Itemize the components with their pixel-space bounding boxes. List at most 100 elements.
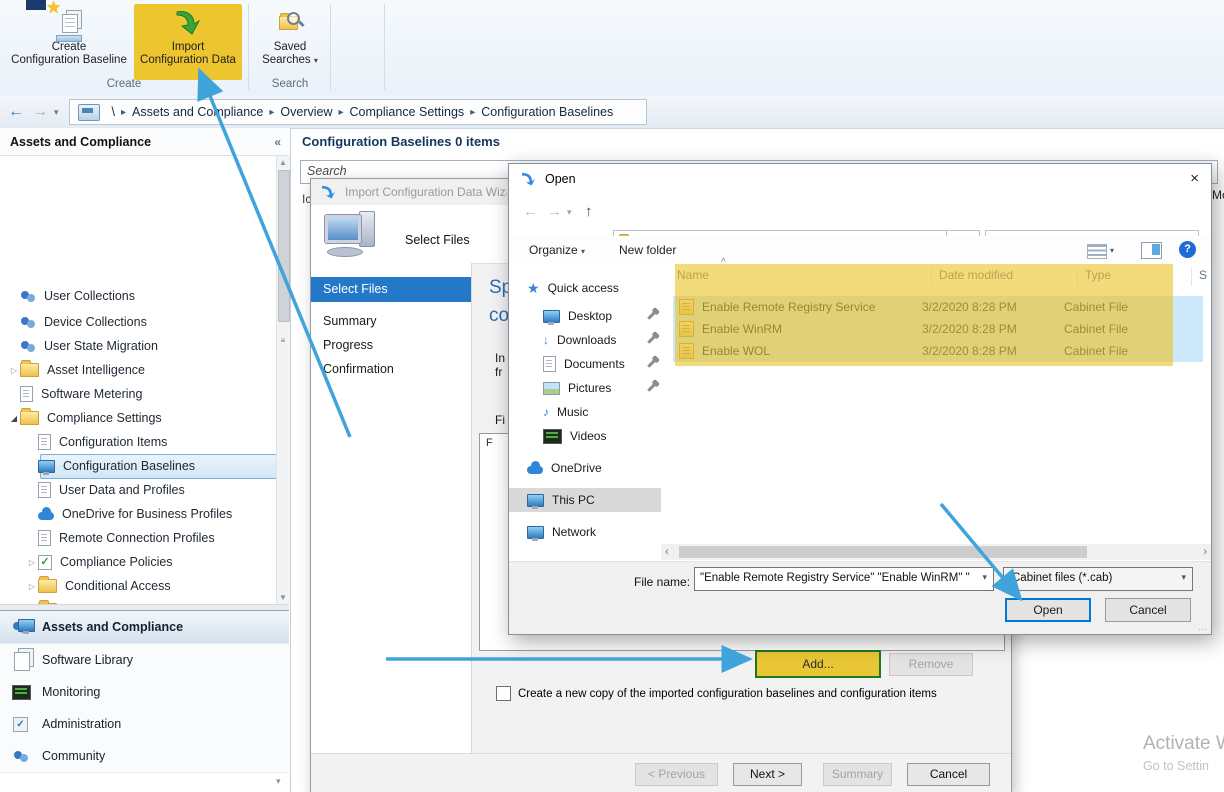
resize-grip[interactable]: ... (1198, 623, 1208, 632)
scroll-left-icon[interactable]: ‹ (665, 546, 669, 558)
downloads-item[interactable]: ↓Downloads (509, 328, 661, 352)
downloads-icon: ↓ (543, 333, 549, 347)
help-icon[interactable]: ? (1179, 241, 1196, 258)
recent-locations-icon[interactable]: ▾ (567, 207, 572, 218)
breadcrumb-item[interactable]: Assets and Compliance (132, 105, 263, 119)
breadcrumb-item[interactable]: Overview (280, 105, 332, 119)
chevron-down-icon[interactable]: ▾ (1181, 572, 1186, 583)
saved-searches-button[interactable]: SavedSearches ▾ (254, 4, 326, 80)
remove-button[interactable]: Remove (889, 653, 973, 676)
forward-icon[interactable]: → (547, 203, 562, 220)
expander-icon[interactable]: ▷ (8, 366, 20, 375)
tree-scrollbar[interactable]: ▲ ≡ ▼ (276, 156, 290, 604)
expander-icon[interactable]: ◢ (8, 414, 20, 423)
summary-button[interactable]: Summary (823, 763, 892, 786)
wizard-cancel-button[interactable]: Cancel (907, 763, 990, 786)
breadcrumb[interactable]: \ ▸ Assets and Compliance ▸ Overview ▸ C… (69, 99, 647, 125)
checkbox[interactable] (496, 686, 511, 701)
create-baseline-icon: ★ (54, 8, 84, 38)
workspace-monitoring[interactable]: Monitoring (0, 676, 289, 709)
expander-icon[interactable]: ▷ (26, 582, 38, 591)
step-confirmation[interactable]: Confirmation (311, 357, 471, 382)
videos-item[interactable]: Videos (509, 424, 661, 448)
view-dropdown-icon[interactable]: ▾ (1110, 246, 1114, 255)
scroll-up-icon[interactable]: ▲ (277, 158, 289, 167)
step-summary[interactable]: Summary (311, 309, 471, 334)
scroll-down-icon[interactable]: ▼ (277, 593, 289, 602)
breadcrumb-item[interactable]: Configuration Baselines (481, 105, 613, 119)
next-button[interactable]: Next > (733, 763, 802, 786)
file-row[interactable]: Enable WinRM 3/2/2020 8:28 PM Cabinet Fi… (673, 318, 1203, 340)
workspace-software-library[interactable]: Software Library (0, 644, 289, 677)
create-configuration-baseline-button[interactable]: ★ CreateConfiguration Baseline (6, 4, 132, 80)
history-dropdown-icon[interactable]: ▾ (54, 107, 59, 118)
sidebar-item-remote-connection-profiles[interactable]: Remote Connection Profiles (0, 526, 302, 550)
wizard-body-fragment2: fr (495, 365, 509, 379)
create-copy-checkbox-row[interactable]: Create a new copy of the imported config… (496, 686, 937, 701)
sidebar-item-compliance-policies[interactable]: ▷✓Compliance Policies (0, 550, 302, 574)
music-item[interactable]: ♪Music (509, 400, 661, 424)
activate-windows-watermark-line2: Go to Settin (1143, 759, 1209, 773)
workspace-community[interactable]: Community (0, 740, 289, 773)
sidebar-item-user-state-migration[interactable]: User State Migration (0, 334, 284, 358)
file-type-select[interactable]: Cabinet files (*.cab) ▾ (1003, 567, 1193, 591)
workspace-administration[interactable]: ✓ Administration (0, 708, 289, 741)
expander-icon[interactable]: ▷ (26, 558, 38, 567)
column-size-clipped[interactable]: S (1199, 268, 1207, 282)
column-type[interactable]: Type (1085, 268, 1111, 282)
documents-item[interactable]: Documents (509, 352, 661, 376)
chevron-down-icon[interactable]: ▾ (982, 572, 987, 583)
dialog-cancel-button[interactable]: Cancel (1105, 598, 1191, 622)
sidebar-item-user-data-and-profiles[interactable]: User Data and Profiles (0, 478, 302, 502)
forward-icon[interactable]: → (32, 103, 48, 121)
network-item[interactable]: Network (509, 520, 661, 544)
cab-file-icon (679, 343, 694, 359)
add-button[interactable]: Add... (755, 650, 881, 678)
folder-icon (20, 411, 39, 425)
sidebar-item-onedrive-for-business[interactable]: OneDrive for Business Profiles (0, 502, 302, 526)
view-list-icon[interactable] (1087, 244, 1107, 259)
sidebar-item-user-collections[interactable]: User Collections (0, 284, 284, 308)
sidebar-item-compliance-settings[interactable]: ◢Compliance Settings (0, 406, 284, 430)
close-icon[interactable]: × (1190, 170, 1199, 187)
step-progress[interactable]: Progress (311, 333, 471, 358)
column-date-modified[interactable]: Date modified (939, 268, 1013, 282)
preview-pane-icon[interactable] (1141, 242, 1162, 259)
file-row[interactable]: Enable WOL 3/2/2020 8:28 PM Cabinet File (673, 340, 1203, 362)
import-configuration-data-button[interactable]: ImportConfiguration Data (134, 4, 242, 80)
previous-button[interactable]: < Previous (635, 763, 718, 786)
column-name[interactable]: Name (677, 268, 709, 282)
breadcrumb-root[interactable]: \ (112, 105, 115, 119)
scroll-right-icon[interactable]: › (1203, 546, 1207, 558)
organize-button[interactable]: Organize ▾ (529, 243, 585, 257)
sidebar-item-conditional-access[interactable]: ▷Conditional Access (0, 574, 302, 598)
sidebar-item-configuration-baselines[interactable]: Configuration Baselines (0, 454, 302, 478)
quick-access-item[interactable]: ★Quick access (509, 276, 661, 300)
open-dialog-title-bar[interactable]: Open × (509, 164, 1211, 194)
collapse-pane-icon[interactable]: « (274, 128, 281, 156)
nav-collapse-icon[interactable]: ▾ (276, 776, 281, 787)
file-name-input[interactable]: "Enable Remote Registry Service" "Enable… (694, 567, 994, 591)
pictures-item[interactable]: Pictures (509, 376, 661, 400)
sidebar-item-asset-intelligence[interactable]: ▷Asset Intelligence (0, 358, 284, 382)
open-button[interactable]: Open (1005, 598, 1091, 622)
horizontal-scrollbar[interactable]: ‹ › (661, 544, 1211, 560)
new-folder-button[interactable]: New folder (619, 243, 676, 257)
back-icon[interactable]: ← (8, 103, 24, 121)
sidebar-item-configuration-items[interactable]: Configuration Items (0, 430, 302, 454)
scrollbar-thumb[interactable] (679, 546, 1087, 558)
open-dialog-nav-row: ← → ▾ ↑ « Recast RCT › Extras › ▾ ↻ Sear… (509, 194, 1211, 232)
back-icon[interactable]: ← (523, 203, 538, 220)
desktop-item[interactable]: Desktop (509, 304, 661, 328)
file-row[interactable]: Enable Remote Registry Service 3/2/2020 … (673, 296, 1203, 318)
breadcrumb-item[interactable]: Compliance Settings (350, 105, 465, 119)
sort-indicator-icon[interactable]: ^ (721, 257, 726, 268)
workspace-assets-and-compliance[interactable]: Assets and Compliance (0, 610, 289, 644)
sidebar-item-software-metering[interactable]: Software Metering (0, 382, 284, 406)
up-icon[interactable]: ↑ (585, 203, 593, 220)
scrollbar-thumb[interactable] (278, 170, 290, 322)
sidebar-item-device-collections[interactable]: Device Collections (0, 310, 284, 334)
this-pc-item[interactable]: This PC (509, 488, 661, 512)
onedrive-item[interactable]: OneDrive (509, 456, 661, 480)
step-select-files[interactable]: Select Files (311, 277, 471, 302)
